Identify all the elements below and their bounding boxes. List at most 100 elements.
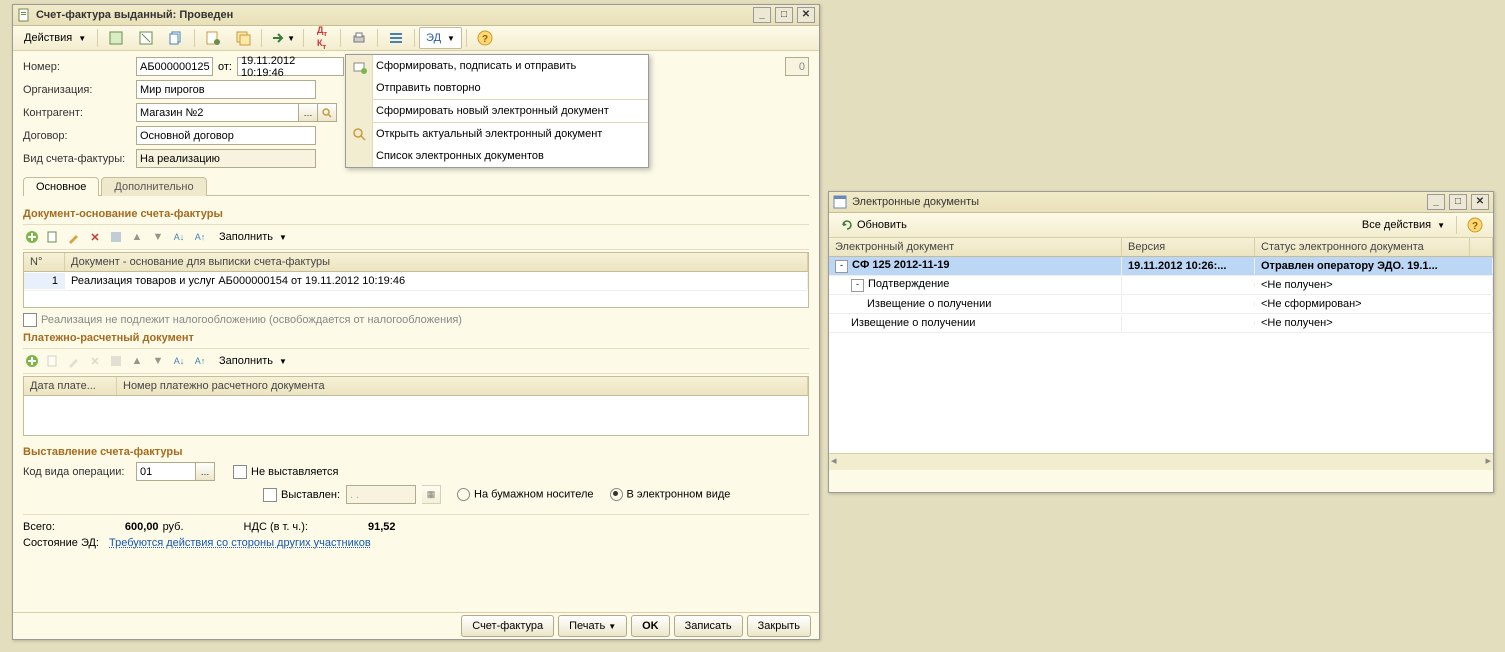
delete-icon[interactable]: ✕ — [86, 228, 104, 246]
up2-icon[interactable]: ▲ — [128, 352, 146, 370]
help2-icon[interactable]: ? — [1461, 214, 1489, 236]
col-paynum: Номер платежно расчетного документа — [117, 377, 808, 395]
invoice-button[interactable]: Счет-фактура — [461, 615, 554, 637]
dd-sign-send[interactable]: Сформировать, подписать и отправить — [346, 55, 648, 77]
tree-row[interactable]: Извещение о получении<Не сформирован> — [829, 295, 1493, 314]
tab-main[interactable]: Основное — [23, 177, 99, 196]
tree-row[interactable]: -Подтверждение<Не получен> — [829, 276, 1493, 295]
dd-list-edocs[interactable]: Список электронных документов — [346, 145, 648, 167]
fill-button[interactable]: Заполнить ▼ — [212, 226, 294, 248]
down2-icon[interactable]: ▼ — [149, 352, 167, 370]
nds-value: 91,52 — [368, 521, 396, 533]
electronic-radio[interactable] — [610, 488, 623, 501]
fill2-button[interactable]: Заполнить ▼ — [212, 350, 294, 372]
close-button-footer[interactable]: Закрыть — [747, 615, 811, 637]
footer: Счет-фактура Печать ▼ OK Записать Закрыт… — [13, 612, 819, 639]
issued-date-select[interactable]: ▦ — [422, 485, 441, 504]
total-label: Всего: — [23, 521, 55, 533]
col-paydate: Дата плате... — [24, 377, 117, 395]
col-doc: Документ - основание для выписки счета-ф… — [65, 253, 808, 271]
maximize-button[interactable]: □ — [775, 7, 793, 23]
close2-button[interactable]: ✕ — [1471, 194, 1489, 210]
actions-button[interactable]: Действия ▼ — [17, 27, 93, 49]
issued-date[interactable]: . . — [346, 485, 416, 504]
save-disk-icon[interactable] — [107, 228, 125, 246]
ok-button[interactable]: OK — [631, 615, 670, 637]
sort-desc-icon[interactable]: A↑ — [191, 228, 209, 246]
up-icon[interactable]: ▲ — [128, 228, 146, 246]
minimize2-button[interactable]: _ — [1427, 194, 1445, 210]
titlebar2: Электронные документы _ □ ✕ — [829, 192, 1493, 213]
not-issued-checkbox[interactable] — [233, 465, 247, 479]
type-input[interactable]: На реализацию — [136, 149, 316, 168]
sort-desc2-icon[interactable]: A↑ — [191, 352, 209, 370]
down-icon[interactable]: ▼ — [149, 228, 167, 246]
edit-icon[interactable] — [65, 228, 83, 246]
from-label: от: — [218, 61, 232, 73]
counter-label: Контрагент: — [23, 107, 136, 119]
minimize-button[interactable]: _ — [753, 7, 771, 23]
print-button[interactable]: Печать ▼ — [558, 615, 627, 637]
org-input[interactable]: Мир пирогов — [136, 80, 316, 99]
add-icon[interactable] — [23, 228, 41, 246]
dd-open-edoc[interactable]: Открыть актуальный электронный документ — [346, 123, 648, 145]
hscroll[interactable]: ◂▸ — [829, 453, 1493, 470]
sign-send-icon — [352, 59, 368, 75]
expander-icon[interactable]: - — [835, 260, 848, 273]
refresh-button[interactable]: Обновить — [833, 214, 914, 236]
expander-icon[interactable]: - — [851, 279, 864, 292]
opcode-label: Код вида операции: — [23, 466, 136, 478]
issued-checkbox[interactable] — [263, 488, 277, 502]
opcode-input[interactable]: 01 — [136, 462, 196, 481]
section1-title: Документ-основание счета-фактуры — [23, 208, 809, 220]
paper-radio[interactable] — [457, 488, 470, 501]
window-title: Счет-фактура выданный: Проведен — [36, 9, 233, 21]
tab-extra[interactable]: Дополнительно — [101, 177, 206, 196]
dd-resend[interactable]: Отправить повторно — [346, 77, 648, 99]
dtct-icon[interactable]: ДтКт — [308, 27, 336, 49]
copy-row-icon[interactable] — [44, 228, 62, 246]
contract-input[interactable]: Основной договор — [136, 126, 316, 145]
list-icon[interactable] — [382, 27, 410, 49]
delete2-icon[interactable]: ✕ — [86, 352, 104, 370]
goto-icon[interactable]: ▼ — [266, 27, 299, 49]
save-button[interactable]: Записать — [674, 615, 743, 637]
opcode-select[interactable]: … — [196, 462, 215, 481]
structure-icon[interactable] — [229, 27, 257, 49]
select-button[interactable]: … — [299, 103, 318, 122]
col-status: Статус электронного документа — [1255, 238, 1470, 256]
all-actions-button[interactable]: Все действия ▼ — [1355, 214, 1452, 236]
lookup-button[interactable] — [318, 103, 337, 122]
taxfree-checkbox[interactable] — [23, 313, 37, 327]
titlebar: Счет-фактура выданный: Проведен _ □ ✕ — [13, 5, 819, 26]
apply-icon[interactable] — [102, 27, 130, 49]
close-button[interactable]: ✕ — [797, 7, 815, 23]
section2-title: Платежно-расчетный документ — [23, 332, 809, 344]
print-icon[interactable] — [345, 27, 373, 49]
help-icon[interactable]: ? — [471, 27, 499, 49]
date-input[interactable]: 19.11.2012 10:19:46 — [237, 57, 344, 76]
number-input[interactable]: АБ000000125 — [136, 57, 213, 76]
dd-new-edoc[interactable]: Сформировать новый электронный документ — [346, 100, 648, 122]
add2-icon[interactable] — [23, 352, 41, 370]
post-icon[interactable] — [132, 27, 160, 49]
svg-text:?: ? — [1472, 221, 1478, 232]
copy2-icon[interactable] — [44, 352, 62, 370]
state-link[interactable]: Требуются действия со стороны других уча… — [109, 537, 371, 549]
maximize2-button[interactable]: □ — [1449, 194, 1467, 210]
sort-asc-icon[interactable]: A↓ — [170, 228, 188, 246]
sort-asc2-icon[interactable]: A↓ — [170, 352, 188, 370]
disk2-icon[interactable] — [107, 352, 125, 370]
basis-icon[interactable] — [199, 27, 227, 49]
copy-icon[interactable] — [162, 27, 190, 49]
edit2-icon[interactable] — [65, 352, 83, 370]
ed-dropdown-button[interactable]: ЭД ▼ — [419, 27, 462, 49]
counter-input[interactable]: Магазин №2 — [136, 103, 299, 122]
list-window-icon — [833, 195, 847, 209]
tree-row[interactable]: -СФ 125 2012-11-1919.11.2012 10:26:...От… — [829, 257, 1493, 276]
tree-row[interactable]: Извещение о получении<Не получен> — [829, 314, 1493, 333]
main-toolbar: Действия ▼ ▼ ДтКт ЭД ▼ ? — [13, 26, 819, 51]
col-edoc: Электронный документ — [829, 238, 1122, 256]
table-row[interactable]: 1 Реализация товаров и услуг АБ000000154… — [24, 272, 808, 291]
toolbar2: Обновить Все действия ▼ ? — [829, 213, 1493, 238]
